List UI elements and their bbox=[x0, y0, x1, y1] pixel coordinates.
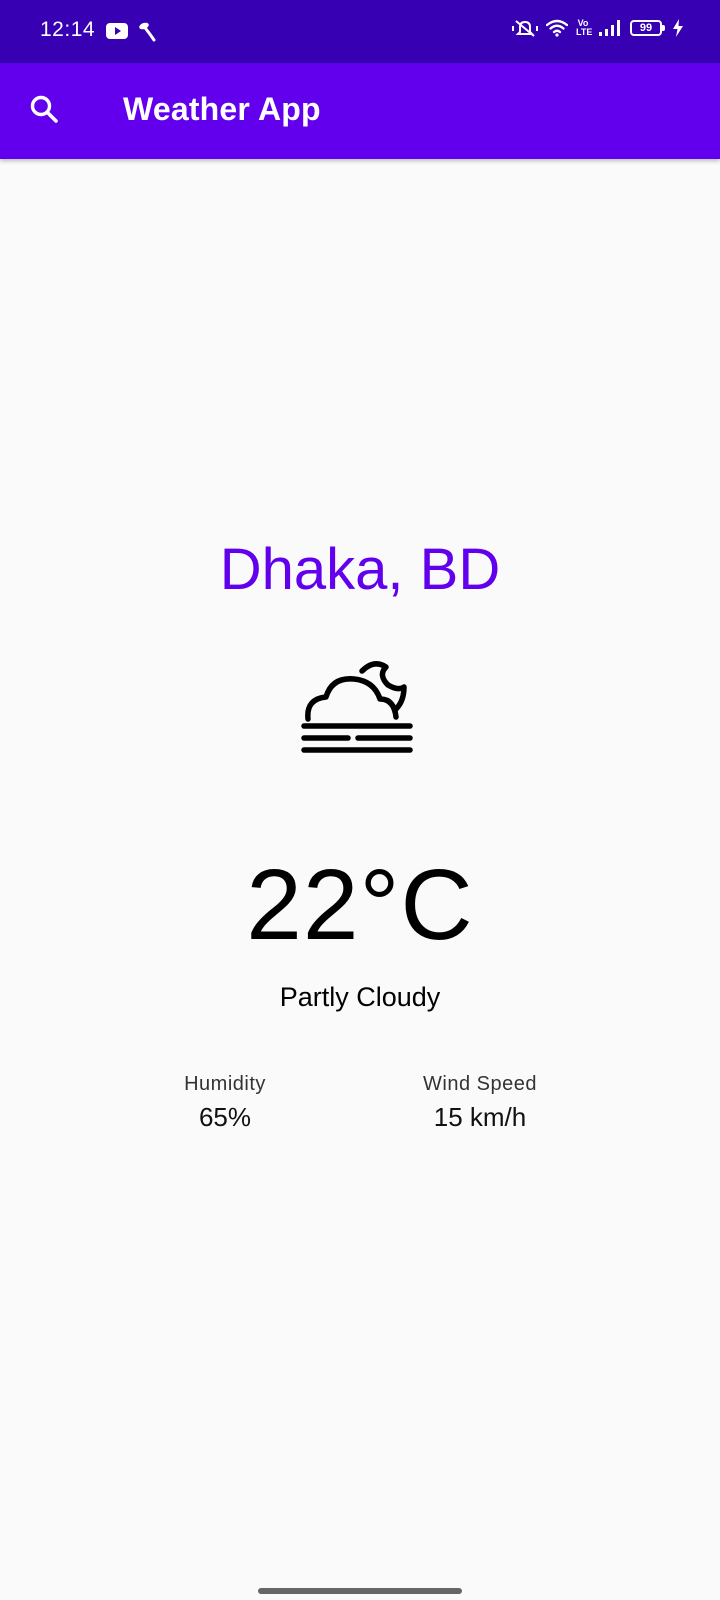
app-bar: Weather App bbox=[0, 63, 720, 159]
status-bar: 12:14 Vo LTE 99 bbox=[0, 0, 720, 63]
temperature: 22°C bbox=[246, 849, 474, 961]
youtube-icon bbox=[106, 23, 128, 39]
charging-icon bbox=[672, 19, 684, 37]
humidity-label: Humidity bbox=[184, 1073, 266, 1095]
humidity-stat: Humidity 65% bbox=[150, 1073, 300, 1133]
wind-speed-value: 15 km/h bbox=[433, 1102, 527, 1132]
telenor-icon bbox=[136, 20, 158, 42]
wind-speed-label: Wind Speed bbox=[423, 1073, 537, 1095]
search-icon bbox=[28, 93, 60, 130]
status-left-icons bbox=[106, 20, 158, 42]
weather-description: Partly Cloudy bbox=[279, 982, 441, 1012]
vibrate-icon bbox=[512, 18, 538, 38]
volte-icon: Vo LTE bbox=[576, 18, 593, 37]
wifi-icon bbox=[546, 19, 568, 37]
city-name: Dhaka, BD bbox=[219, 537, 501, 602]
search-button[interactable] bbox=[22, 89, 66, 133]
battery-icon: 99 bbox=[630, 20, 665, 36]
partly-cloudy-fog-night-icon bbox=[300, 655, 420, 771]
status-time: 12:14 bbox=[40, 18, 96, 41]
app-title: Weather App bbox=[123, 91, 321, 127]
humidity-value: 65% bbox=[198, 1102, 252, 1132]
status-right-icons: Vo LTE 99 bbox=[512, 18, 684, 38]
navigation-handle[interactable] bbox=[258, 1588, 462, 1594]
wind-speed-stat: Wind Speed 15 km/h bbox=[405, 1073, 555, 1133]
signal-icon bbox=[598, 19, 622, 37]
